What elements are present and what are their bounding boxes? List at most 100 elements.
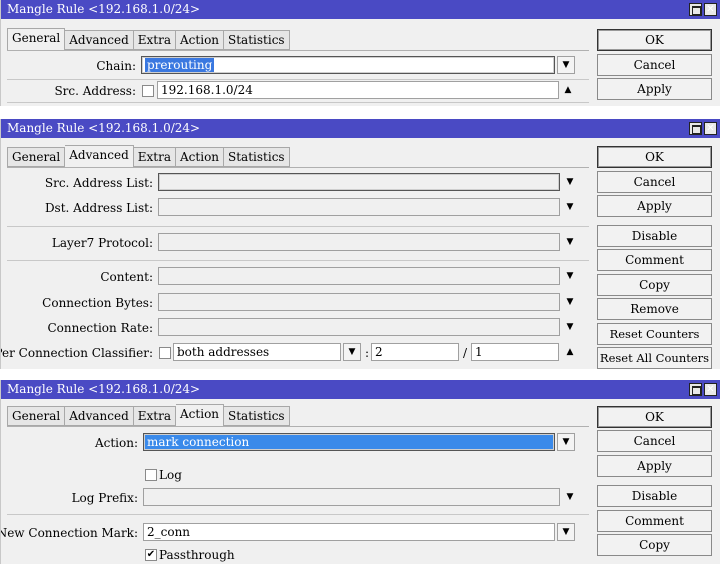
src-address-list-field[interactable] [158,173,560,191]
chain-label: Chain: [96,59,136,73]
new-connection-mark-label: New Connection Mark: [0,526,138,540]
connection-rate-field[interactable] [158,318,560,336]
layer7-protocol-field[interactable] [158,233,560,251]
cancel-button[interactable]: Cancel [597,54,712,76]
action-value: mark connection [145,435,553,449]
tab-advanced[interactable]: Advanced [65,145,134,167]
arrow-down-icon[interactable]: ▼ [564,198,576,216]
action-label: Action: [94,436,138,450]
passthrough-label: Passthrough [159,548,235,562]
pcc-slash: / [463,346,468,360]
log-label: Log [159,468,182,482]
comment-button[interactable]: Comment [597,249,712,271]
cancel-button[interactable]: Cancel [597,171,712,193]
dropdown-toggle-icon[interactable]: ▼ [343,343,361,361]
layer7-protocol-label: Layer7 Protocol: [51,236,153,250]
content-field[interactable] [158,267,560,285]
tab-bar: General Advanced Extra Action Statistics [7,404,290,426]
arrow-down-icon[interactable]: ▼ [564,318,576,336]
pcc-remainder-value: 1 [475,345,483,359]
src-address-negate-checkbox[interactable] [142,85,154,97]
tab-bar: General Advanced Extra Action Statistics [7,28,290,50]
ok-button[interactable]: OK [597,406,712,428]
disable-button[interactable]: Disable [597,225,712,247]
dropdown-toggle-icon[interactable]: ▼ [557,56,575,74]
arrow-down-icon[interactable]: ▼ [564,293,576,311]
title-bar[interactable]: Mangle Rule <192.168.1.0/24> ✕ [1,380,720,399]
log-checkbox[interactable] [145,469,157,481]
disable-button[interactable]: Disable [597,485,712,507]
content-label: Content: [100,270,153,284]
tab-statistics[interactable]: Statistics [224,30,290,50]
src-address-field[interactable]: 192.168.1.0/24 [157,81,559,99]
connection-bytes-field[interactable] [158,293,560,311]
pcc-value: both addresses [177,345,270,359]
connection-rate-label: Connection Rate: [47,321,153,335]
ok-button[interactable]: OK [597,146,712,168]
new-connection-mark-value: 2_conn [147,525,191,539]
reset-counters-button[interactable]: Reset Counters [597,323,712,345]
connection-bytes-label: Connection Bytes: [42,296,153,310]
close-icon[interactable]: ✕ [704,383,717,396]
dropdown-toggle-icon[interactable]: ▼ [557,523,575,541]
src-address-list-label: Src. Address List: [44,176,153,190]
tab-extra[interactable]: Extra [133,147,177,167]
chain-field[interactable]: prerouting [141,56,555,74]
window-title: Mangle Rule <192.168.1.0/24> [7,121,201,135]
maximize-icon[interactable] [689,122,702,135]
new-connection-mark-field[interactable]: 2_conn [143,523,555,541]
ok-button[interactable]: OK [597,29,712,51]
close-icon[interactable]: ✕ [704,3,717,16]
cancel-button[interactable]: Cancel [597,430,712,452]
tab-advanced[interactable]: Advanced [65,30,134,50]
reset-all-counters-button[interactable]: Reset All Counters [597,347,712,369]
remove-button[interactable]: Remove [597,298,712,320]
tab-bar: General Advanced Extra Action Statistics [7,145,290,167]
pcc-classifier-field[interactable]: both addresses [173,343,341,361]
title-bar[interactable]: Mangle Rule <192.168.1.0/24> ✕ [1,119,720,138]
log-prefix-field[interactable] [143,488,560,506]
apply-button[interactable]: Apply [597,455,712,477]
pcc-negate-checkbox[interactable] [159,347,171,359]
arrow-down-icon[interactable]: ▼ [564,233,576,251]
tab-action[interactable]: Action [176,404,225,426]
tab-advanced[interactable]: Advanced [65,406,134,426]
apply-button[interactable]: Apply [597,195,712,217]
log-prefix-label: Log Prefix: [71,491,138,505]
pcc-label: Per Connection Classifier: [0,346,153,360]
arrow-up-icon[interactable]: ▲ [562,81,574,99]
tab-general[interactable]: General [7,406,66,426]
tab-extra[interactable]: Extra [133,406,177,426]
tab-statistics[interactable]: Statistics [224,406,290,426]
dst-address-list-label: Dst. Address List: [44,201,153,215]
arrow-up-icon[interactable]: ▲ [564,343,576,361]
pcc-denominator-field[interactable]: 2 [371,343,459,361]
tab-general[interactable]: General [7,147,66,167]
arrow-down-icon[interactable]: ▼ [564,173,576,191]
window-title: Mangle Rule <192.168.1.0/24> [7,382,201,396]
maximize-icon[interactable] [689,3,702,16]
mangle-rule-window-general: Mangle Rule <192.168.1.0/24> ✕ General A… [0,0,720,106]
action-field[interactable]: mark connection [143,433,555,451]
pcc-colon: : [365,346,370,360]
tab-extra[interactable]: Extra [133,30,177,50]
comment-button[interactable]: Comment [597,510,712,532]
passthrough-checkbox[interactable]: ✔ [145,549,157,561]
maximize-icon[interactable] [689,383,702,396]
close-icon[interactable]: ✕ [704,122,717,135]
apply-button[interactable]: Apply [597,78,712,100]
tab-action[interactable]: Action [176,30,225,50]
dropdown-toggle-icon[interactable]: ▼ [557,433,575,451]
copy-button[interactable]: Copy [597,534,712,556]
copy-button[interactable]: Copy [597,274,712,296]
tab-statistics[interactable]: Statistics [224,147,290,167]
tab-general[interactable]: General [7,28,66,50]
mangle-rule-window-advanced: Mangle Rule <192.168.1.0/24> ✕ General A… [0,119,720,369]
title-bar[interactable]: Mangle Rule <192.168.1.0/24> ✕ [1,0,720,19]
src-address-value: 192.168.1.0/24 [161,83,253,97]
dst-address-list-field[interactable] [158,198,560,216]
arrow-down-icon[interactable]: ▼ [564,488,576,506]
arrow-down-icon[interactable]: ▼ [564,267,576,285]
pcc-remainder-field[interactable]: 1 [471,343,559,361]
tab-action[interactable]: Action [176,147,225,167]
